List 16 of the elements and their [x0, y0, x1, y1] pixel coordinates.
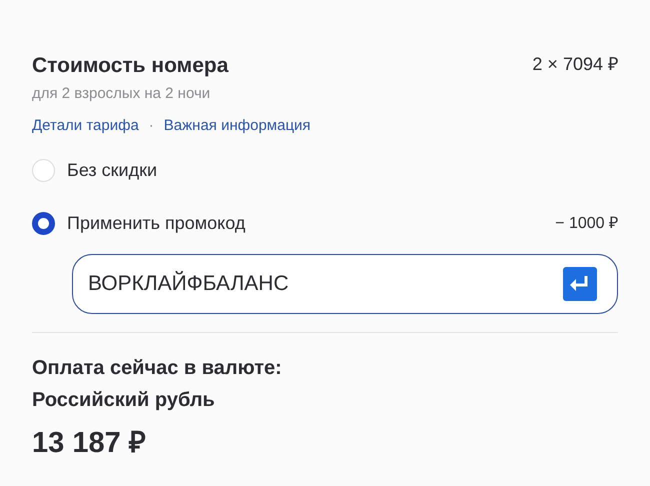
separator-dot: ·: [148, 116, 154, 136]
option-label: Без скидки: [67, 159, 158, 182]
link[interactable]: Детали тарифа: [32, 115, 139, 137]
option-label: Применить промокод: [67, 212, 246, 235]
section-title: Стоимость номера: [32, 53, 228, 79]
payment-label: Оплата сейчас в валюте:: [32, 356, 283, 381]
price-per-night: 2 × 7094 ₽: [532, 53, 618, 76]
enter-button[interactable]: [563, 267, 597, 301]
promo-code-field[interactable]: ВОРКЛАЙФБАЛАНС: [72, 254, 618, 314]
promo-code-value: ВОРКЛАЙФБАЛАНС: [88, 270, 289, 298]
currency-name: Российский рубль: [32, 388, 216, 413]
discount-amount: − 1000 ₽: [555, 214, 618, 234]
total-amount: 13 187 ₽: [32, 426, 147, 461]
radio-button[interactable]: [32, 212, 55, 235]
guests-subtitle: для 2 взрослых на 2 ночи: [32, 84, 212, 104]
link[interactable]: Важная информация: [164, 115, 311, 137]
